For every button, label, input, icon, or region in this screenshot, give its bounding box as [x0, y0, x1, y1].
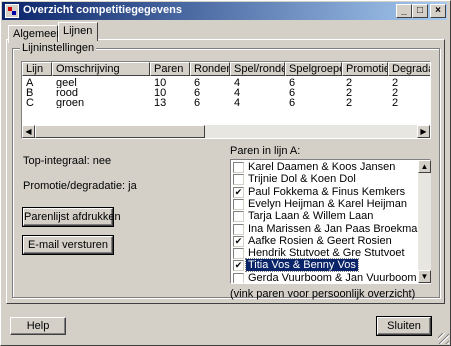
checkbox-unchecked-icon[interactable] — [233, 272, 244, 283]
checkbox-unchecked-icon[interactable] — [233, 248, 244, 260]
app-icon — [5, 4, 19, 18]
pair-name: Gerda Vuurboom & Jan Vuurboom — [248, 271, 417, 284]
table-cell: 10 — [154, 78, 167, 88]
print-pairs-button[interactable]: Parenlijst afdrukken — [22, 207, 121, 227]
column-header[interactable]: Lijn — [22, 62, 52, 76]
table-cell: 4 — [234, 78, 241, 88]
checkbox-checked-icon[interactable]: ✔ — [233, 260, 244, 272]
table-cell: 2 — [392, 88, 399, 98]
pair-list-item[interactable]: ✔ Titia Vos & Benny Vos — [233, 258, 418, 273]
table-cell: 4 — [234, 98, 241, 108]
pair-list-item[interactable]: Evelyn Heijman & Karel Heijman — [233, 198, 418, 210]
tab-algemeen[interactable]: Algemeen — [8, 25, 63, 43]
checkbox-checked-icon[interactable]: ✔ — [233, 186, 244, 198]
table-cell: 6 — [289, 78, 296, 88]
vertical-scrollbar[interactable]: ▲ ▼ — [418, 160, 431, 283]
pair-list-item[interactable]: Tarja Laan & Willem Laan — [233, 210, 418, 223]
pair-list-item[interactable]: Karel Daamen & Koos Jansen — [233, 161, 418, 173]
table-cell: rood — [56, 88, 79, 98]
table-cell: groen — [56, 98, 85, 108]
close-dialog-label: Sluiten — [387, 320, 421, 332]
group-label: Lijninstellingen — [20, 42, 97, 54]
table-cell: 2 — [392, 78, 399, 88]
title-bar[interactable]: Overzicht competitiegegevens _ □ × — [2, 2, 447, 20]
table-cell: 2 — [346, 78, 353, 88]
send-email-label: E-mail versturen — [27, 239, 109, 251]
pairs-hint: (vink paren voor persoonlijk overzicht) — [230, 288, 416, 300]
pair-list-item[interactable]: Hendrik Stutvoet & Gre Stutvoet — [233, 247, 418, 260]
pair-list-item[interactable]: ✔ Aafke Rosien & Geert Rosien — [233, 235, 418, 247]
table-cell: C — [26, 98, 34, 108]
table-cell: 6 — [289, 98, 296, 108]
checkbox-checked-icon[interactable]: ✔ — [233, 235, 244, 247]
print-pairs-label: Parenlijst afdrukken — [24, 211, 121, 223]
pair-list-item[interactable]: Trijnie Dol & Koen Dol — [233, 173, 418, 186]
help-button[interactable]: Help — [10, 317, 66, 335]
checkbox-unchecked-icon[interactable] — [233, 162, 244, 173]
pair-name: Paul Fokkema & Finus Kemkers — [248, 185, 406, 198]
table-cell: 6 — [289, 88, 296, 98]
tab-label: Lijnen — [63, 25, 93, 37]
column-header[interactable]: Paren — [150, 62, 190, 76]
table-cell: 4 — [234, 88, 241, 98]
pair-name: Tarja Laan & Willem Laan — [248, 210, 374, 223]
scroll-thumb[interactable] — [35, 125, 205, 138]
close-dialog-button[interactable]: Sluiten — [376, 316, 432, 336]
window-title: Overzicht competitiegegevens — [23, 4, 182, 16]
resize-grip-icon[interactable] — [438, 333, 449, 344]
close-button[interactable]: × — [430, 4, 446, 18]
maximize-button[interactable]: □ — [412, 4, 428, 18]
pair-name: Trijnie Dol & Koen Dol — [248, 173, 356, 186]
tab-label: Algemeen — [13, 28, 63, 40]
scroll-up-icon[interactable]: ▲ — [418, 160, 431, 173]
pairs-label: Paren in lijn A: — [230, 145, 301, 157]
checkbox-unchecked-icon[interactable] — [233, 211, 244, 223]
promotie-degradatie-text: Promotie/degradatie: ja — [23, 180, 137, 192]
scroll-left-icon[interactable]: ◀ — [22, 125, 35, 138]
help-label: Help — [26, 320, 50, 332]
pair-name: Evelyn Heijman & Karel Heijman — [248, 197, 407, 210]
checkbox-unchecked-icon[interactable] — [233, 198, 244, 210]
column-header[interactable]: Ronden — [190, 62, 230, 76]
column-header[interactable]: Degradatie — [388, 62, 430, 76]
table-cell: 6 — [194, 88, 201, 98]
pair-name: Aafke Rosien & Geert Rosien — [248, 234, 392, 247]
tab-lijnen[interactable]: Lijnen — [58, 22, 98, 41]
table-cell: geel — [56, 78, 77, 88]
column-header[interactable]: Omschrijving — [52, 62, 150, 76]
table-cell: 2 — [346, 98, 353, 108]
pair-name: Titia Vos & Benny Vos — [245, 258, 359, 273]
minimize-button[interactable]: _ — [396, 4, 412, 18]
pair-name: Karel Daamen & Koos Jansen — [248, 161, 396, 173]
table-cell: 6 — [194, 78, 201, 88]
table-cell: A — [26, 78, 34, 88]
table-cell: B — [26, 88, 34, 98]
pair-list-item[interactable]: ✔ Paul Fokkema & Finus Kemkers — [233, 186, 418, 198]
send-email-button[interactable]: E-mail versturen — [22, 235, 114, 255]
column-header[interactable]: Promotie — [342, 62, 388, 76]
pair-name: Ina Marissen & Jan Paas Broekman — [248, 222, 424, 235]
checkbox-unchecked-icon[interactable] — [233, 174, 244, 186]
checkbox-unchecked-icon[interactable] — [233, 223, 244, 235]
table-cell: 2 — [392, 98, 399, 108]
scroll-down-icon[interactable]: ▼ — [418, 270, 431, 283]
pair-list-item[interactable]: Ina Marissen & Jan Paas Broekman — [233, 223, 423, 235]
scroll-right-icon[interactable]: ▶ — [417, 125, 430, 138]
pairs-checklist[interactable]: Karel Daamen & Koos Jansen Trijnie Dol & … — [230, 159, 431, 284]
table-cell: 6 — [194, 98, 201, 108]
horizontal-scrollbar[interactable]: ◀ ▶ — [22, 125, 430, 138]
table-cell: 2 — [346, 88, 353, 98]
table-cell: 10 — [154, 88, 167, 98]
table-cell: 13 — [154, 98, 167, 108]
top-integraal-text: Top-integraal: nee — [23, 155, 112, 167]
column-header[interactable]: Spelgroepen — [285, 62, 342, 76]
pair-name: Hendrik Stutvoet & Gre Stutvoet — [248, 247, 405, 260]
column-header[interactable]: Spel/ronde — [230, 62, 285, 76]
pair-list-item[interactable]: Gerda Vuurboom & Jan Vuurboom — [233, 271, 418, 284]
